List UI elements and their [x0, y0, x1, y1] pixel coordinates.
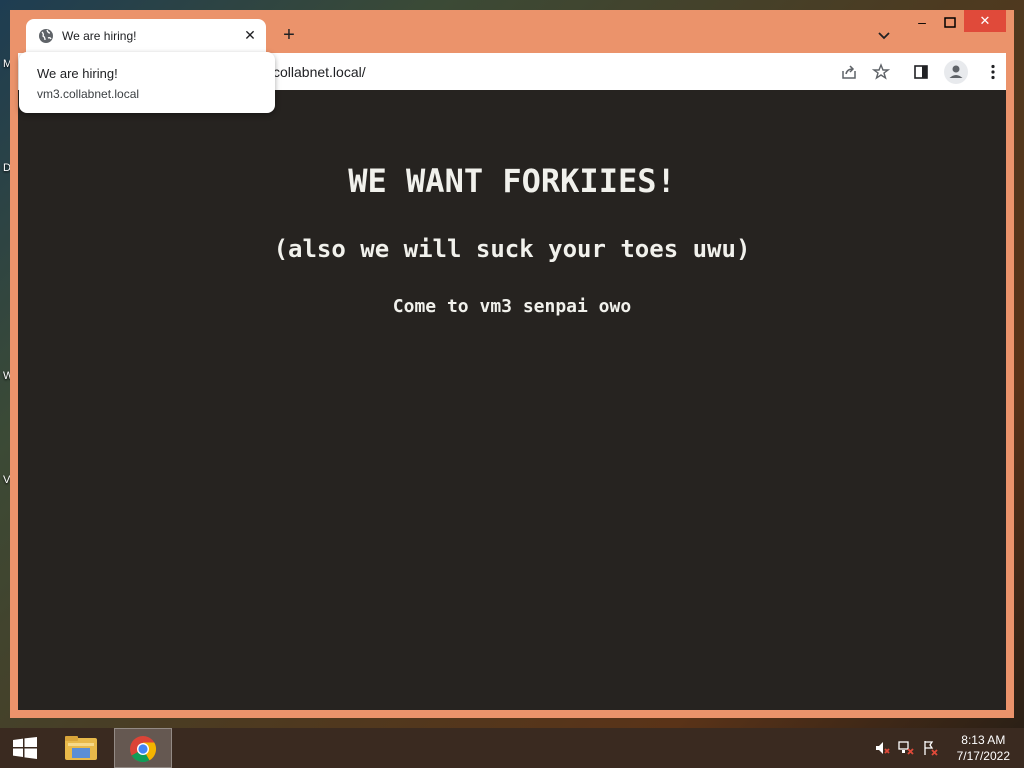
address-url[interactable]: collabnet.local/: [273, 64, 366, 80]
file-explorer-button[interactable]: [56, 728, 106, 768]
browser-tab[interactable]: We are hiring! ✕: [26, 19, 266, 53]
network-disconnected-icon[interactable]: [898, 740, 914, 756]
new-tab-button[interactable]: +: [278, 24, 300, 46]
tab-hover-card: We are hiring! vm3.collabnet.local: [19, 52, 275, 113]
chrome-icon: [130, 736, 157, 763]
chevron-down-icon[interactable]: [876, 28, 892, 44]
start-button[interactable]: [0, 728, 48, 768]
action-center-icon[interactable]: [922, 740, 938, 756]
page-subheading: (also we will suck your toes uwu): [273, 235, 751, 263]
maximize-button[interactable]: [942, 16, 958, 30]
page-body-text: Come to vm3 senpai owo: [392, 296, 632, 317]
tab-title: We are hiring!: [62, 29, 137, 43]
web-page-content: WE WANT FORKIIES! (also we will suck you…: [18, 90, 1006, 710]
close-window-button[interactable]: ✕: [964, 10, 1006, 32]
browser-window: We are hiring! ✕ + – ✕ collabnet.local/: [10, 10, 1014, 718]
clock-date: 7/17/2022: [956, 749, 1010, 763]
globe-icon: [39, 29, 53, 43]
hover-card-url: vm3.collabnet.local: [37, 87, 140, 101]
hover-card-title: We are hiring!: [37, 66, 118, 81]
page-heading: WE WANT FORKIIES!: [348, 162, 676, 200]
chrome-taskbar-button[interactable]: [114, 728, 172, 768]
side-panel-icon[interactable]: [912, 63, 930, 81]
bookmark-star-icon[interactable]: [872, 63, 890, 81]
taskbar: 8:13 AM 7/17/2022: [0, 728, 1024, 768]
folder-icon: [65, 736, 97, 760]
menu-kebab-icon[interactable]: [984, 63, 1002, 81]
minimize-button[interactable]: –: [914, 15, 930, 30]
share-icon[interactable]: [840, 63, 858, 81]
tab-close-icon[interactable]: ✕: [242, 26, 258, 44]
clock-time: 8:13 AM: [961, 733, 1006, 747]
speaker-muted-icon[interactable]: [874, 740, 890, 756]
system-clock[interactable]: 8:13 AM 7/17/2022: [957, 732, 1010, 764]
windows-logo-icon: [13, 737, 37, 759]
profile-avatar-icon[interactable]: [944, 60, 968, 84]
